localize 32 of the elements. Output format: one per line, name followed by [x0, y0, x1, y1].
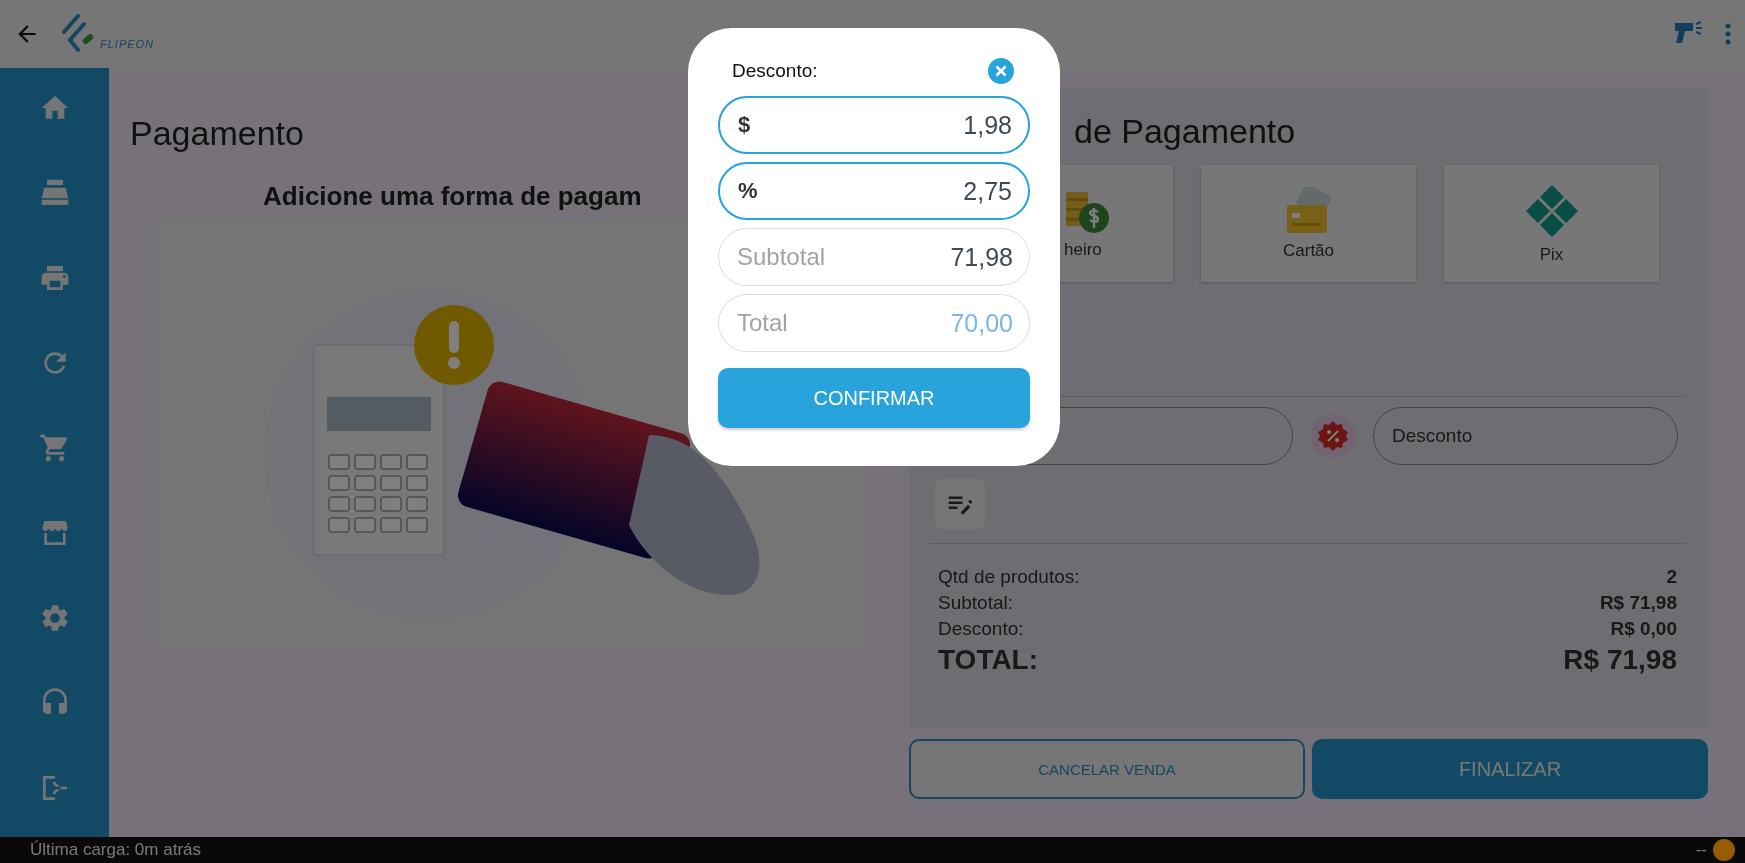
finish-button[interactable]: FINALIZAR: [1312, 739, 1708, 799]
confirm-button[interactable]: CONFIRMAR: [718, 368, 1030, 428]
percent-symbol: %: [738, 178, 759, 204]
close-icon: [988, 58, 1014, 84]
payment-method-button[interactable]: Cartão: [1201, 165, 1416, 282]
discount-badge-icon: [1317, 420, 1349, 452]
summary-label: Subtotal:: [938, 592, 1013, 614]
summary-value: 2: [1666, 566, 1677, 588]
currency-symbol: $: [738, 112, 752, 138]
panel-title: de Pagamento: [1074, 112, 1297, 151]
summary-label: TOTAL:: [938, 644, 1039, 676]
summary-value: R$ 71,98: [1563, 644, 1677, 676]
notes-button[interactable]: [935, 479, 985, 529]
logo-text: FLIPEON: [100, 38, 155, 50]
status-indicator-text: --: [1695, 840, 1707, 860]
summary-value: R$ 0,00: [1610, 618, 1677, 640]
cancel-button[interactable]: CANCELAR VENDA: [909, 739, 1305, 799]
dialog-title: Desconto:: [732, 60, 818, 82]
section-heading: Adicione uma forma de pagam: [263, 181, 642, 212]
more-vertical-icon: [1725, 23, 1731, 45]
summary-value: R$ 71,98: [1599, 592, 1677, 614]
discount-field[interactable]: Desconto: [1373, 407, 1678, 465]
summary-label: Desconto:: [938, 618, 1024, 640]
summary-label: Qtd de produtos:: [938, 566, 1080, 588]
more-menu-button[interactable]: [1725, 23, 1731, 45]
status-text: Última carga: 0m atrás: [30, 840, 201, 860]
field-label: Subtotal: [737, 243, 827, 271]
field-label: Total: [737, 309, 789, 337]
close-button[interactable]: [988, 58, 1014, 84]
payment-method-button[interactable]: Pix: [1444, 165, 1659, 282]
page-title: Pagamento: [130, 114, 304, 153]
field-value: 70,00: [950, 308, 1013, 338]
